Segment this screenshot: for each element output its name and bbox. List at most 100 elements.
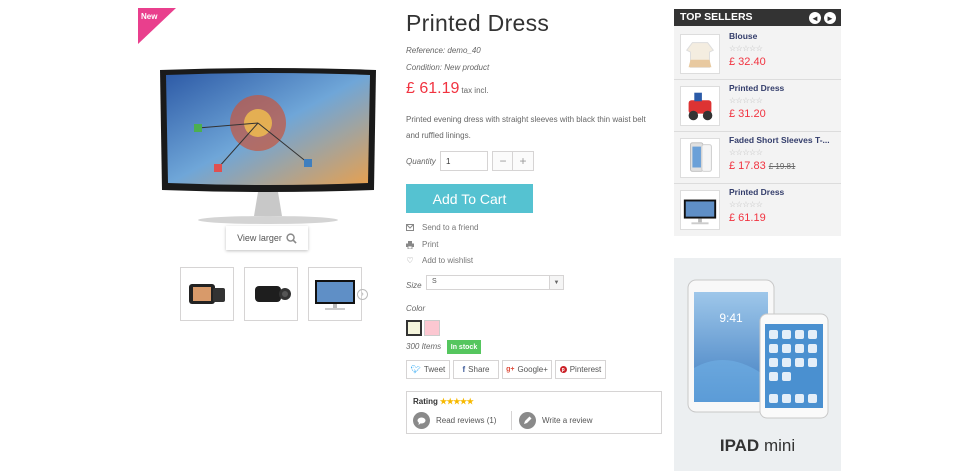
view-larger-label: View larger [237,233,282,243]
seller-price: £ 31.20 [729,108,766,120]
pinterest-label: Pinterest [569,365,602,374]
seller-stars: ☆☆☆☆☆ [729,44,763,53]
ipad-illustration: 9:41 [687,279,829,419]
seller-price: £ 61.19 [729,212,766,224]
write-review-label: Write a review [542,416,593,425]
seller-image-monitor[interactable] [680,190,720,230]
print-link[interactable]: Print [406,240,438,249]
printer-icon [406,240,414,249]
comment-icon [413,412,430,429]
quantity-input[interactable]: 1 [440,151,488,171]
share-label: Share [468,365,490,374]
facebook-icon: f [462,365,466,374]
write-review-link[interactable]: Write a review [519,412,593,429]
size-label: Size [406,281,422,290]
condition-value: New product [444,63,490,72]
thumbnail-monitor[interactable] [308,267,362,321]
price-value: £ 61.19 [406,80,460,97]
pinterest-button[interactable]: p Pinterest [555,360,606,379]
ipad-mini-ad-banner[interactable]: 9:41 IPAD mini [674,258,841,471]
chevron-down-icon: ▼ [549,276,563,289]
product-reference: Reference: demo_40 [406,46,481,55]
size-select[interactable]: S ▼ [426,275,564,290]
product-description: Printed evening dress with straight slee… [406,115,646,140]
send-to-friend-label: Send to a friend [422,223,479,232]
main-product-image[interactable] [158,68,378,228]
wishlist-label: Add to wishlist [422,256,474,265]
seller-price-value: £ 31.20 [729,108,766,120]
product-price: £ 61.19 tax incl. [406,80,489,98]
tweet-button[interactable]: 🐦︎ Tweet [406,360,450,379]
seller-image-blouse[interactable] [680,34,720,74]
view-larger-button[interactable]: View larger [226,226,308,250]
ad-caption: IPAD mini [674,436,841,456]
tax-note: tax incl. [461,86,489,95]
color-label: Color [406,304,426,313]
seller-name[interactable]: Blouse [729,31,757,41]
rating-stars: ★★★★★ [439,397,474,406]
read-reviews-label: Read reviews (1) [436,416,497,425]
arrow-left-icon[interactable]: ◄ [809,12,821,24]
new-badge: New [138,8,176,44]
rating-label: Rating [413,397,438,406]
thumbnail-camera-flip[interactable] [180,267,234,321]
stock-quantity: 300 Items [406,342,442,351]
heart-icon: ♡ [406,256,414,265]
read-reviews-link[interactable]: Read reviews (1) [413,412,496,429]
arrow-right-icon[interactable]: ► [824,12,836,24]
in-stock-badge: In stock [447,340,481,354]
seller-item[interactable]: Faded Short Sleeves T-... ☆☆☆☆☆ £ 17.83 £… [674,132,841,182]
size-selected-value: S [432,278,437,285]
seller-name[interactable]: Printed Dress [729,187,784,197]
google-plus-label: Google+ [517,365,548,374]
twitter-icon: 🐦︎ [410,365,421,374]
product-condition: Condition: New product [406,63,489,72]
seller-stars: ☆☆☆☆☆ [729,148,763,157]
pencil-icon [519,412,536,429]
product-title: Printed Dress [406,10,550,36]
color-swatch-beige[interactable] [406,320,422,336]
reference-value: demo_40 [447,46,481,55]
rating-title: Rating ★★★★★ [413,397,474,406]
new-badge-label: New [141,12,158,21]
seller-name[interactable]: Printed Dress [729,83,784,93]
envelope-icon [406,224,414,232]
seller-price: £ 32.40 [729,56,766,68]
seller-price-value: £ 32.40 [729,56,766,68]
seller-item[interactable]: Blouse ☆☆☆☆☆ £ 32.40 [674,28,841,78]
review-divider [511,411,512,430]
quantity-plus-button[interactable]: + [512,151,534,171]
top-sellers-header: TOP SELLERS ◄ ► [674,9,841,26]
facebook-share-button[interactable]: f Share [453,360,499,379]
seller-stars: ☆☆☆☆☆ [729,96,763,105]
reference-label: Reference: [406,46,446,55]
thumbnail-camcorder[interactable] [244,267,298,321]
google-plus-button[interactable]: g+ Google+ [502,360,552,379]
seller-stars: ☆☆☆☆☆ [729,200,763,209]
ad-brand: IPAD [719,436,760,455]
add-to-cart-button[interactable]: Add To Cart [406,184,533,213]
seller-image-toy[interactable] [680,86,720,126]
seller-item[interactable]: Printed Dress ☆☆☆☆☆ £ 31.20 [674,80,841,130]
pinterest-icon: p [559,366,567,373]
ad-model: mini [763,436,796,455]
quantity-minus-button[interactable]: − [492,151,514,171]
tweet-label: Tweet [423,365,446,374]
seller-price-value: £ 17.83 [729,160,766,172]
thumbnail-list [180,267,362,321]
seller-name[interactable]: Faded Short Sleeves T-... [729,135,830,145]
seller-price: £ 17.83 £ 19.81 [729,160,795,172]
top-sellers-title: TOP SELLERS [680,11,753,23]
seller-item[interactable]: Printed Dress ☆☆☆☆☆ £ 61.19 [674,184,841,234]
color-swatch-pink[interactable] [424,320,440,336]
thumbnail-next-button[interactable]: › [357,289,368,300]
seller-old-price: £ 19.81 [768,162,796,171]
top-sellers-block: TOP SELLERS ◄ ► Blouse ☆☆☆☆☆ £ 32.40 Pri… [674,9,841,236]
condition-label: Condition: [406,63,443,72]
print-label: Print [422,240,439,249]
seller-price-value: £ 61.19 [729,212,766,224]
add-to-wishlist-link[interactable]: ♡ Add to wishlist [406,256,473,265]
product-gallery: New View larger › [138,8,378,328]
seller-image-phone[interactable] [680,138,720,178]
send-to-friend-link[interactable]: Send to a friend [406,223,478,232]
